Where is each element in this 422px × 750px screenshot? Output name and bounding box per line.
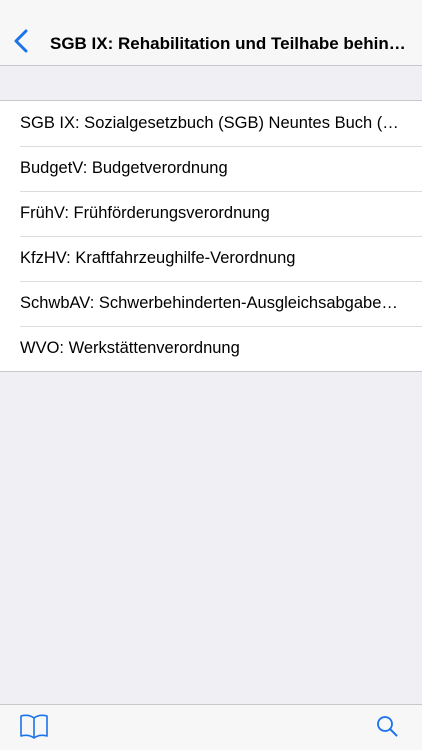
search-button[interactable] (370, 713, 404, 743)
list-item-label: WVO: Werkstättenverordnung (20, 339, 240, 357)
list-item[interactable]: WVO: Werkstättenverordnung (0, 326, 422, 371)
tab-bar (0, 704, 422, 750)
list-item[interactable]: SchwbAV: Schwerbehinderten-Ausgleichsabg… (0, 281, 422, 326)
navigation-bar: SGB IX: Rehabilitation und Teilhabe behi… (0, 0, 422, 66)
back-button[interactable] (6, 26, 36, 60)
bookmarks-button[interactable] (17, 713, 51, 743)
list-item[interactable]: FrühV: Frühförderungsverordnung (0, 191, 422, 236)
list-item-label: FrühV: Frühförderungsverordnung (20, 204, 270, 222)
list-item-label: SGB IX: Sozialgesetzbuch (SGB) Neuntes B… (20, 114, 402, 132)
list-item[interactable]: KfzHV: Kraftfahrzeughilfe-Verordnung (0, 236, 422, 281)
chevron-left-icon (14, 29, 28, 58)
list-item-label: KfzHV: Kraftfahrzeughilfe-Verordnung (20, 249, 296, 267)
list-item-label: BudgetV: Budgetverordnung (20, 159, 228, 177)
list-item-label: SchwbAV: Schwerbehinderten-Ausgleichsabg… (20, 294, 402, 312)
page-title: SGB IX: Rehabilitation und Teilhabe behi… (50, 34, 406, 53)
list-item[interactable]: SGB IX: Sozialgesetzbuch (SGB) Neuntes B… (0, 101, 422, 146)
search-icon (376, 715, 398, 742)
book-icon (19, 713, 49, 744)
law-list: SGB IX: Sozialgesetzbuch (SGB) Neuntes B… (0, 100, 422, 372)
list-item[interactable]: BudgetV: Budgetverordnung (0, 146, 422, 191)
screen: SGB IX: Rehabilitation und Teilhabe behi… (0, 0, 422, 750)
